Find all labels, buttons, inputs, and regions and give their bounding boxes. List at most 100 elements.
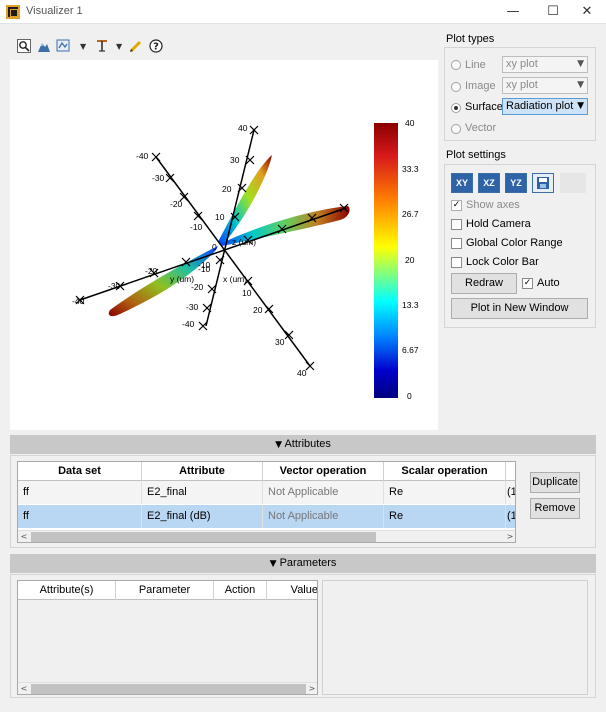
scroll-left-icon[interactable]: < [18, 683, 30, 694]
z-tick-label: 20 [222, 184, 232, 194]
parameters-detail-panel [322, 580, 588, 695]
auto-label: Auto [537, 277, 560, 289]
chevron-down-icon: ▼ [577, 80, 584, 90]
y-tick-label: 30 [275, 337, 285, 347]
plot-settings-title: Plot settings [446, 149, 506, 161]
y-tick-label: 40 [297, 368, 307, 378]
hold-camera-label: Hold Camera [466, 218, 531, 230]
column-header-parameter[interactable]: Parameter [116, 581, 214, 600]
y-tick-label: -40 [136, 151, 149, 161]
view-yz-button[interactable]: YZ [505, 173, 527, 193]
radio-image[interactable] [451, 82, 461, 92]
x-tick-label: -20 [145, 266, 158, 276]
radio-line-label: Line [465, 59, 486, 71]
radio-surface[interactable] [451, 103, 461, 113]
scroll-right-icon[interactable]: > [504, 531, 515, 542]
column-header-attributes[interactable]: Attribute(s) [18, 581, 116, 600]
column-header-value[interactable]: Value [267, 581, 317, 600]
column-header-action[interactable]: Action [214, 581, 267, 600]
cell-scalar-operation: Re [384, 481, 506, 504]
show-axes-checkbox[interactable]: ✓ [451, 200, 462, 211]
radio-vector[interactable] [451, 124, 461, 134]
text-dropdown-icon[interactable]: ▼ [116, 42, 124, 51]
line-plot-select-value: xy plot [506, 58, 538, 70]
minimize-button[interactable]: — [494, 0, 532, 24]
attributes-header-label: Attributes [284, 438, 331, 450]
chevron-down-icon: ▼ [577, 59, 584, 69]
zoom-icon[interactable] [16, 38, 32, 54]
close-button[interactable]: ✕ [568, 0, 606, 24]
y-axis-label: y (um) [170, 274, 194, 284]
colormap-icon[interactable] [56, 38, 72, 54]
remove-button[interactable]: Remove [530, 498, 580, 519]
colorbar-tick-label: 20 [405, 255, 415, 265]
image-plot-select-value: xy plot [506, 79, 538, 91]
surface-plot-select[interactable]: Radiation plot ▼ [502, 98, 588, 115]
x-tick-label: 0 [212, 242, 217, 252]
window-title: Visualizer 1 [26, 5, 83, 17]
y-axis-line [155, 156, 311, 367]
show-axes-label: Show axes [466, 199, 520, 211]
column-header-data-set[interactable]: Data set [18, 462, 142, 481]
plot-canvas[interactable]: 40 30 20 10 -10 -20 -30 -40 -40 -30 -20 … [10, 60, 438, 430]
radio-image-label: Image [465, 80, 496, 92]
z-axis-label: z (um) [232, 237, 256, 247]
attributes-horizontal-scrollbar[interactable]: < > [18, 530, 515, 542]
y-tick-label: 10 [242, 288, 252, 298]
colorbar-tick-label: 6.67 [402, 345, 419, 355]
column-header-extra[interactable] [506, 462, 515, 481]
scrollbar-thumb[interactable] [31, 684, 306, 694]
duplicate-button[interactable]: Duplicate [530, 472, 580, 493]
z-tick-label: 10 [215, 212, 225, 222]
x-tick-label: -40 [72, 296, 85, 306]
cell-attribute: E2_final (dB) [142, 505, 263, 528]
radio-line[interactable] [451, 60, 461, 70]
y-tick-label: 20 [253, 305, 263, 315]
plot-types-title: Plot types [446, 33, 495, 45]
plot-in-new-window-button[interactable]: Plot in New Window [451, 298, 588, 319]
image-plot-select[interactable]: xy plot ▼ [502, 77, 588, 94]
column-header-attribute[interactable]: Attribute [142, 462, 263, 481]
parameters-horizontal-scrollbar[interactable]: < > [18, 682, 317, 694]
attributes-header[interactable]: ▼ Attributes [10, 435, 596, 454]
cell-data-set: ff [18, 481, 142, 504]
global-color-range-checkbox[interactable] [451, 238, 462, 249]
view-xy-button[interactable]: XY [451, 173, 473, 193]
table-row[interactable]: ff E2_final Not Applicable Re (1 [18, 481, 515, 504]
lock-color-bar-checkbox[interactable] [451, 257, 462, 268]
z-tick-label: 30 [230, 155, 240, 165]
text-icon[interactable] [94, 38, 110, 54]
auto-checkbox[interactable]: ✓ [522, 278, 533, 289]
chevron-down-icon: ▼ [577, 101, 584, 111]
hold-camera-checkbox[interactable] [451, 219, 462, 230]
save-view-button[interactable] [532, 173, 554, 193]
help-icon[interactable]: ? [148, 38, 164, 54]
title-bar: Visualizer 1 — ☐ ✕ [0, 0, 606, 24]
pencil-icon[interactable] [128, 38, 144, 54]
colormap-dropdown-icon[interactable]: ▼ [80, 42, 88, 51]
surface-icon[interactable] [36, 38, 52, 54]
y-tick-label: -30 [152, 173, 165, 183]
x-axis-label: x (um) [223, 274, 247, 284]
surface-plot-select-value: Radiation plot [506, 100, 574, 112]
maximize-button[interactable]: ☐ [534, 0, 572, 24]
line-plot-select[interactable]: xy plot ▼ [502, 56, 588, 73]
radio-surface-label: Surface [465, 101, 503, 113]
attributes-table: Data set Attribute Vector operation Scal… [17, 461, 516, 543]
column-header-scalar-operation[interactable]: Scalar operation [384, 462, 506, 481]
cell-scalar-operation: Re [384, 505, 506, 528]
attributes-table-header: Data set Attribute Vector operation Scal… [18, 462, 515, 481]
scroll-right-icon[interactable]: > [306, 683, 317, 694]
z-tick-label: -40 [182, 319, 195, 329]
global-color-range-label: Global Color Range [466, 237, 563, 249]
scrollbar-thumb[interactable] [31, 532, 376, 542]
column-header-vector-operation[interactable]: Vector operation [263, 462, 384, 481]
parameters-header[interactable]: ▼ Parameters [10, 554, 596, 573]
view-xz-button[interactable]: XZ [478, 173, 500, 193]
radio-vector-label: Vector [465, 122, 497, 134]
table-row-selected[interactable]: ff E2_final (dB) Not Applicable Re (1 [18, 505, 515, 528]
scroll-left-icon[interactable]: < [18, 531, 30, 542]
y-tick-label: -10 [190, 222, 203, 232]
redraw-button[interactable]: Redraw [451, 273, 517, 294]
z-tick-label: 40 [238, 123, 248, 133]
